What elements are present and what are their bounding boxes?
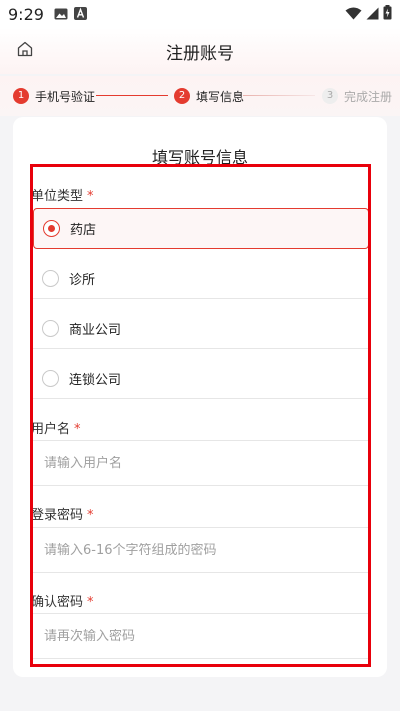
step-connector-pending [243,95,315,96]
confirm-password-label-text: 确认密码 [31,595,84,610]
option-label: 连锁公司 [69,372,122,388]
step-label: 填写信息 [196,89,245,104]
home-button[interactable] [14,40,36,62]
username-label: 用户名 * [31,418,81,437]
unit-type-option-pharmacy[interactable]: 药店 [33,208,369,249]
step-number: 3 [322,88,338,104]
confirm-password-label: 确认密码 * [31,591,94,610]
radio-unchecked-icon [42,269,59,287]
wifi-icon [345,5,362,24]
option-label: 诊所 [69,272,96,288]
status-time: 9:29 [8,4,44,24]
option-label: 药店 [70,223,97,238]
step-label: 完成注册 [344,89,393,104]
page-title: 注册账号 [166,43,234,64]
step-label: 手机号验证 [35,89,96,104]
username-field[interactable] [33,440,369,486]
step-connector-done [96,95,168,96]
password-label: 登录密码 * [31,504,94,523]
unit-type-label: 单位类型 * [31,185,94,204]
unit-type-option-clinic[interactable]: 诊所 [33,258,369,299]
signal-icon [366,5,379,24]
required-mark: * [74,422,81,437]
registration-stepper: 1 手机号验证 2 填写信息 3 完成注册 [0,76,400,116]
unit-type-option-commercial-company[interactable]: 商业公司 [33,308,369,349]
unit-type-option-chain-company[interactable]: 连锁公司 [33,358,369,399]
step-number: 2 [174,88,190,104]
status-bar: 9:29 [0,0,400,28]
radio-unchecked-icon [42,319,59,337]
confirm-password-input[interactable] [44,628,369,644]
step-phone-verification: 1 手机号验证 [13,87,95,105]
required-mark: * [87,508,94,523]
password-label-text: 登录密码 [31,508,84,523]
option-label: 商业公司 [69,322,122,338]
step-complete-registration: 3 完成注册 [322,87,392,105]
password-field[interactable] [33,527,369,573]
radio-unchecked-icon [42,369,59,387]
username-label-text: 用户名 [31,422,71,437]
image-icon [54,5,68,24]
required-mark: * [87,595,94,610]
step-fill-info: 2 填写信息 [174,87,244,105]
radio-checked-icon [43,220,60,237]
confirm-password-field[interactable] [33,613,369,659]
unit-type-label-text: 单位类型 [31,189,84,204]
battery-charging-icon [383,4,392,24]
step-number: 1 [13,88,29,104]
app-header: 注册账号 [0,28,400,74]
password-input[interactable] [44,542,369,558]
required-mark: * [87,189,94,204]
a-letter-icon [73,5,87,24]
username-input[interactable] [44,455,369,471]
form-title: 填写账号信息 [151,148,248,167]
home-icon [16,40,34,62]
